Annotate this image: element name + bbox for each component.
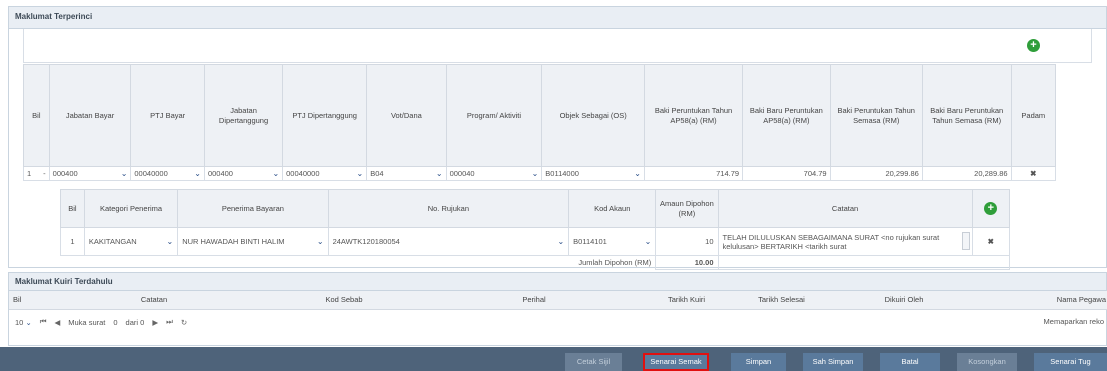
table-row: 1 KAKITANGAN ⌄ NUR HAWADAH BINTI HALIM ⌄ 2… <box>60 227 1011 256</box>
chevron-down-icon: ⌄ <box>272 169 280 178</box>
chevron-down-icon: ⌄ <box>644 237 652 246</box>
col-sub-bil: Bil <box>60 189 85 228</box>
kosongkan-button[interactable]: Kosongkan <box>957 353 1017 371</box>
col-penerima: Penerima Bayaran <box>177 189 329 228</box>
textarea-scrollbar[interactable] <box>961 232 970 250</box>
kod-akaun-select[interactable]: B0114101 ⌄ <box>568 227 657 256</box>
rujukan-select[interactable]: 24AWTK120180054 ⌄ <box>327 227 570 256</box>
col-nama-pegawai: Nama Pegawa <box>979 291 1107 310</box>
refresh-icon[interactable]: ↻ <box>181 318 187 327</box>
col-kod-akaun: Kod Akaun <box>568 189 657 228</box>
jabatan-bayar-select[interactable]: 000400 ⌄ <box>48 166 132 181</box>
chevron-down-icon: ⌄ <box>316 237 324 246</box>
col-baki-baru-semasa: Baki Baru Peruntukan Tahun Semasa (RM) <box>921 64 1012 167</box>
recipient-table: Bil Kategori Penerima Penerima Bayaran N… <box>60 189 1011 270</box>
kategori-select[interactable]: KAKITANGAN ⌄ <box>83 227 179 256</box>
sum-value: 10.00 <box>655 255 719 270</box>
baki-ap58-value: 714.79 <box>643 166 744 181</box>
baki-baru-ap58-value: 704.79 <box>742 166 831 181</box>
col-dikuiri-oleh: Dikuiri Oleh <box>829 291 979 310</box>
allocation-table: Bil Jabatan Bayar PTJ Bayar Jabatan Dipe… <box>23 64 1057 181</box>
panel-title: Maklumat Kuiri Terdahulu <box>9 273 1106 291</box>
col-program-aktiviti: Program/ Aktiviti <box>445 64 543 167</box>
col-kategori: Kategori Penerima <box>83 189 179 228</box>
next-page-icon[interactable]: ▶ <box>152 318 158 327</box>
col-perihal: Perihal <box>429 291 639 310</box>
page-label: Muka surat <box>68 317 106 327</box>
col-baki-semasa: Baki Peruntukan Tahun Semasa (RM) <box>829 64 923 167</box>
last-page-icon[interactable]: ⏭ <box>166 317 173 327</box>
col-rujukan: No. Rujukan <box>327 189 570 228</box>
cetak-sijil-button[interactable]: Cetak Sijil <box>565 353 622 371</box>
delete-recipient-icon[interactable]: ✖ <box>971 227 1011 256</box>
simpan-button[interactable]: Simpan <box>731 353 786 371</box>
senarai-semak-button[interactable]: Senarai Semak <box>643 353 709 371</box>
col-tarikh-selesai: Tarikh Selesai <box>734 291 829 310</box>
objek-select[interactable]: B0114000 ⌄ <box>541 166 645 181</box>
ptj-dipertanggung-select[interactable]: 00040000 ⌄ <box>282 166 368 181</box>
delete-row-icon[interactable]: ✖ <box>1010 166 1057 181</box>
sub-row-number: 1 <box>60 227 85 256</box>
chevron-down-icon: ⌄ <box>634 169 641 178</box>
sum-row: Jumlah Dipohon (RM) 10.00 <box>60 255 1010 270</box>
records-info: Memaparkan reko <box>1043 317 1104 326</box>
detail-panel: Maklumat Terperinci + Bil Jabatan Bayar … <box>8 6 1107 270</box>
chevron-down-icon: ⌄ <box>557 237 565 246</box>
chevron-down-icon: ⌄ <box>531 169 539 178</box>
catatan-textarea[interactable]: TELAH DILULUSKAN SEBAGAIMANA SURAT <no r… <box>717 227 973 256</box>
amaun-input[interactable]: 10 <box>655 227 719 256</box>
vot-dana-select[interactable]: B04 ⌄ <box>366 166 447 181</box>
pagination-bar: 10 ⌄ ⏮ ◀ Muka surat 0 dari 0 ▶ ⏭ ↻ Memap… <box>9 311 1107 333</box>
col-jabatan-dipertanggung: Jabatan Dipertanggung <box>203 64 284 167</box>
col-vot-dana: Vot/Dana <box>366 64 447 167</box>
page-total: dari 0 <box>125 317 145 327</box>
col-amaun: Amaun Dipohon (RM) <box>655 189 719 228</box>
add-recipient-icon[interactable]: + <box>984 202 998 215</box>
penerima-select[interactable]: NUR HAWADAH BINTI HALIM ⌄ <box>177 227 329 256</box>
col-baki-ap58: Baki Peruntukan Tahun AP58(a) (RM) <box>643 64 744 167</box>
col-ptj-dipertanggung: PTJ Dipertanggung <box>282 64 368 167</box>
col-kod-sebab: Kod Sebab <box>259 291 429 310</box>
col-ptj-bayar: PTJ Bayar <box>130 64 205 167</box>
sum-label: Jumlah Dipohon (RM) <box>60 255 657 270</box>
baki-baru-semasa-value: 20,289.86 <box>921 166 1012 181</box>
program-aktiviti-select[interactable]: 000040 ⌄ <box>445 166 543 181</box>
col-catatan: Catatan <box>717 189 973 228</box>
sah-simpan-button[interactable]: Sah Simpan <box>803 353 863 371</box>
query-history-table: Bil Catatan Kod Sebab Perihal Tarikh Kui… <box>9 291 1107 310</box>
action-bar: Cetak Sijil Senarai Semak Simpan Sah Sim… <box>0 347 1107 371</box>
table-toolbar: + <box>23 29 1092 63</box>
col-padam: Padam <box>1010 64 1057 167</box>
col-bil: Bil <box>23 64 50 167</box>
row-number: 1 <box>27 169 32 178</box>
jabatan-dipertanggung-select[interactable]: 000400 ⌄ <box>203 166 284 181</box>
page-size-select[interactable]: 10 ⌄ <box>15 318 32 327</box>
chevron-down-icon: ⌄ <box>25 317 32 327</box>
chevron-down-icon: ⌄ <box>166 237 174 246</box>
query-history-panel: Maklumat Kuiri Terdahulu Bil Catatan Kod… <box>8 272 1107 346</box>
chevron-down-icon: ⌄ <box>194 169 201 178</box>
page-input[interactable]: 0 <box>113 318 117 327</box>
chevron-down-icon: ⌄ <box>120 169 128 178</box>
col-jabatan-bayar: Jabatan Bayar <box>48 64 132 167</box>
chevron-down-icon: ⌄ <box>435 169 443 178</box>
row-collapse-toggle[interactable]: - <box>43 169 46 178</box>
col-kuiri-catatan: Catatan <box>49 291 259 310</box>
add-row-icon[interactable]: + <box>1027 39 1040 52</box>
baki-semasa-value: 20,299.86 <box>829 166 923 181</box>
chevron-down-icon: ⌄ <box>356 169 364 178</box>
col-kuiri-bil: Bil <box>9 291 49 310</box>
prev-page-icon[interactable]: ◀ <box>54 318 60 327</box>
first-page-icon[interactable]: ⏮ <box>40 317 47 327</box>
ptj-bayar-select[interactable]: 00040000 ⌄ <box>130 166 205 181</box>
panel-title: Maklumat Terperinci <box>9 7 1106 29</box>
table-row: 1 - 000400 ⌄ 00040000 ⌄ 000400 ⌄ 00040000 ⌄ B… <box>23 166 1057 181</box>
col-objek: Objek Sebagai (OS) <box>541 64 645 167</box>
col-tarikh-kuiri: Tarikh Kuiri <box>639 291 734 310</box>
senarai-tugas-button[interactable]: Senarai Tug <box>1034 353 1107 371</box>
batal-button[interactable]: Batal <box>880 353 940 371</box>
col-baki-baru-ap58: Baki Baru Peruntukan AP58(a) (RM) <box>742 64 831 167</box>
